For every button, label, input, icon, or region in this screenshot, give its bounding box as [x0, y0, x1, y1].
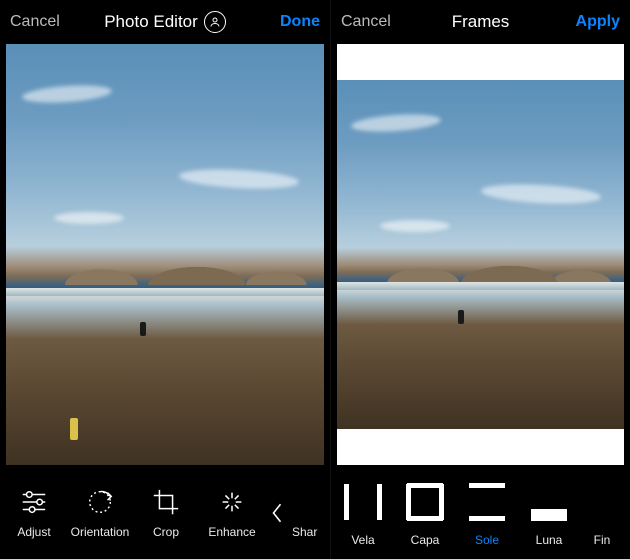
- frame-label: Luna: [536, 533, 563, 547]
- editor-canvas[interactable]: [0, 44, 330, 469]
- editor-title-text: Photo Editor: [104, 12, 198, 32]
- tool-adjust[interactable]: Adjust: [4, 487, 64, 539]
- frame-label: Sole: [475, 533, 499, 547]
- profile-icon[interactable]: [204, 11, 226, 33]
- tool-label: Crop: [153, 525, 179, 539]
- tool-orientation[interactable]: Orientation: [70, 487, 130, 539]
- frame-label: Capa: [411, 533, 440, 547]
- frame-option-fine[interactable]: Fin: [587, 479, 617, 547]
- editor-title: Photo Editor: [80, 11, 250, 33]
- frame-option-vela[interactable]: Vela: [339, 479, 387, 547]
- orientation-icon: [85, 487, 115, 517]
- frame-thumb-icon: [588, 479, 616, 525]
- frames-title: Frames: [411, 12, 550, 32]
- done-button[interactable]: Done: [280, 13, 320, 31]
- frame-thumb-icon: [340, 479, 386, 525]
- image-preview: [337, 80, 624, 429]
- frames-title-text: Frames: [452, 12, 510, 32]
- frame-preview-sole: [337, 44, 624, 465]
- frame-thumb-icon: [402, 479, 448, 525]
- frames-pane: Cancel Frames Apply: [331, 0, 630, 559]
- editor-toolbar: Adjust Orientation Crop: [0, 469, 330, 559]
- tool-sharpen[interactable]: Shar: [292, 487, 326, 539]
- adjust-icon: [19, 487, 49, 517]
- app-root: Cancel Photo Editor Done: [0, 0, 630, 559]
- frames-canvas[interactable]: [331, 44, 630, 469]
- image-preview: [6, 44, 324, 465]
- tool-label: Enhance: [208, 525, 255, 539]
- tool-enhance[interactable]: Enhance: [202, 487, 262, 539]
- tool-label: Orientation: [71, 525, 130, 539]
- tool-label: Shar: [292, 525, 317, 539]
- tool-label: Adjust: [17, 525, 50, 539]
- enhance-icon: [217, 487, 247, 517]
- frame-thumb-icon: [526, 479, 572, 525]
- tool-crop[interactable]: Crop: [136, 487, 196, 539]
- frame-thumb-icon: [464, 479, 510, 525]
- frame-option-capa[interactable]: Capa: [401, 479, 449, 547]
- frames-topbar: Cancel Frames Apply: [331, 0, 630, 44]
- editor-pane: Cancel Photo Editor Done: [0, 0, 331, 559]
- frame-label: Vela: [351, 533, 374, 547]
- cancel-button[interactable]: Cancel: [10, 13, 60, 31]
- frame-option-sole[interactable]: Sole: [463, 479, 511, 547]
- frame-option-luna[interactable]: Luna: [525, 479, 573, 547]
- frames-strip: Vela Capa Sole Luna: [331, 469, 630, 559]
- cancel-button[interactable]: Cancel: [341, 13, 391, 31]
- frame-label: Fin: [594, 533, 611, 547]
- crop-icon: [151, 487, 181, 517]
- toolbar-scroll-left-icon[interactable]: [268, 498, 286, 528]
- apply-button[interactable]: Apply: [576, 13, 620, 31]
- editor-topbar: Cancel Photo Editor Done: [0, 0, 330, 44]
